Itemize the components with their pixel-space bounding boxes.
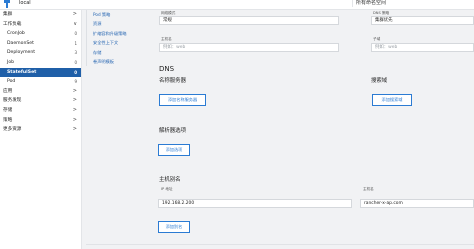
sidebar-item-label: Deployment [7, 50, 36, 56]
resource-count: 0 [74, 31, 77, 37]
resource-count: 0 [74, 59, 77, 65]
pod-networking-form: 网络模式 常规 DNS 策略 集群优先 主机名 例如：web 子域 例如：web… [86, 10, 474, 249]
chevron-right-icon: > [72, 126, 77, 133]
chevron-right-icon: > [72, 116, 77, 123]
sidebar-item-label: StatefulSet [7, 69, 37, 75]
sidebar-item-workloads[interactable]: 工作负载 ∨ [0, 20, 81, 30]
add-nameserver-button[interactable]: 添加名称服务器 [159, 94, 206, 106]
sidebar-item-pod[interactable]: Pod 9 [0, 77, 81, 87]
resource-count: 1 [74, 40, 77, 46]
ip-address-label: IP 地址 [161, 187, 173, 191]
subdomain-label: 子域 [373, 37, 381, 41]
tab-pod-policy[interactable]: Pod 策略 [86, 10, 150, 20]
resource-count: 0 [74, 69, 77, 75]
tab-resources[interactable]: 资源 [86, 19, 150, 29]
sidebar-item-label: 工作负载 [3, 21, 22, 27]
resource-count: 9 [74, 79, 77, 85]
sidebar: 集群 > 工作负载 ∨ CronJob 0 DaemonSet 1 Deployment… [0, 10, 82, 249]
cluster-logo-icon [3, 0, 11, 8]
pod-settings-tabs: Pod 策略 资源 扩缩容和升级策略 安全性上下文 存储 卷声明模板 [86, 10, 150, 67]
alias-hostname-input[interactable]: rancher-x-ap.com [360, 199, 474, 208]
sidebar-item-label: 集群 [3, 12, 13, 17]
cluster-name[interactable]: local [19, 0, 31, 7]
sidebar-item-label: DaemonSet [7, 40, 34, 46]
chevron-right-icon: > [72, 11, 77, 17]
sidebar-item-cronjob[interactable]: CronJob 0 [0, 29, 81, 39]
nameservers-title: 名称服务器 [159, 78, 186, 84]
resource-count: 3 [74, 50, 77, 56]
sidebar-item-statefulset[interactable]: StatefulSet 0 [0, 67, 81, 78]
add-alias-button[interactable]: 添加别名 [158, 221, 190, 233]
search-domains-title: 搜索域 [371, 78, 388, 84]
namespace-select[interactable]: 所有命名空间 [352, 0, 447, 7]
sidebar-item-label: 更多资源 [3, 127, 22, 133]
sidebar-item-service-discovery[interactable]: 服务发现 > [0, 96, 81, 106]
sidebar-item-label: 策略 [3, 117, 13, 123]
host-aliases-title: 主机别名 [159, 177, 181, 183]
tab-volume-claim-templates[interactable]: 卷声明模板 [86, 56, 150, 67]
alias-hostname-label: 主机名 [363, 187, 374, 191]
alias-ip-input[interactable]: 192.168.2.200 [158, 199, 352, 208]
bottom-divider [86, 244, 474, 245]
sidebar-item-label: 存储 [3, 107, 13, 113]
sidebar-item-daemonset[interactable]: DaemonSet 1 [0, 39, 81, 49]
sidebar-item-cluster[interactable]: 集群 > [0, 10, 81, 20]
dns-section-title: DNS [159, 65, 175, 73]
add-search-domain-button[interactable]: 添加搜索域 [372, 94, 412, 106]
chevron-right-icon: > [72, 87, 77, 94]
dns-policy-select[interactable]: 集群优先 [371, 16, 474, 25]
sidebar-item-deployment[interactable]: Deployment 3 [0, 48, 81, 58]
sidebar-item-label: CronJob [7, 31, 25, 37]
tab-scaling-upgrade-policy[interactable]: 扩缩容和升级策略 [86, 28, 150, 39]
chevron-right-icon: > [72, 106, 77, 113]
sidebar-item-label: Job [7, 59, 15, 65]
sidebar-item-job[interactable]: Job 0 [0, 58, 81, 68]
tab-storage[interactable]: 存储 [86, 47, 150, 57]
hostname-label: 主机名 [161, 37, 172, 41]
resolver-options-title: 解析器选项 [159, 128, 186, 134]
sidebar-item-label: Pod [7, 79, 16, 85]
sidebar-item-label: 应用 [3, 88, 13, 94]
sidebar-item-storage[interactable]: 存储 > [0, 106, 81, 116]
subdomain-input[interactable]: 例如：web [371, 43, 474, 52]
add-option-button[interactable]: 添加选项 [158, 144, 190, 156]
sidebar-item-more-resources[interactable]: 更多资源 > [0, 125, 81, 135]
sidebar-item-apps[interactable]: 应用 > [0, 87, 81, 97]
chevron-right-icon: > [72, 97, 77, 104]
top-bar: local 所有命名空间 [0, 0, 474, 10]
tab-security-context[interactable]: 安全性上下文 [86, 38, 150, 48]
network-mode-select[interactable]: 常规 [159, 16, 339, 25]
chevron-down-icon: ∨ [73, 20, 77, 27]
sidebar-item-policy[interactable]: 策略 > [0, 116, 81, 126]
hostname-input[interactable]: 例如：web [159, 43, 339, 52]
sidebar-item-label: 服务发现 [3, 98, 22, 104]
